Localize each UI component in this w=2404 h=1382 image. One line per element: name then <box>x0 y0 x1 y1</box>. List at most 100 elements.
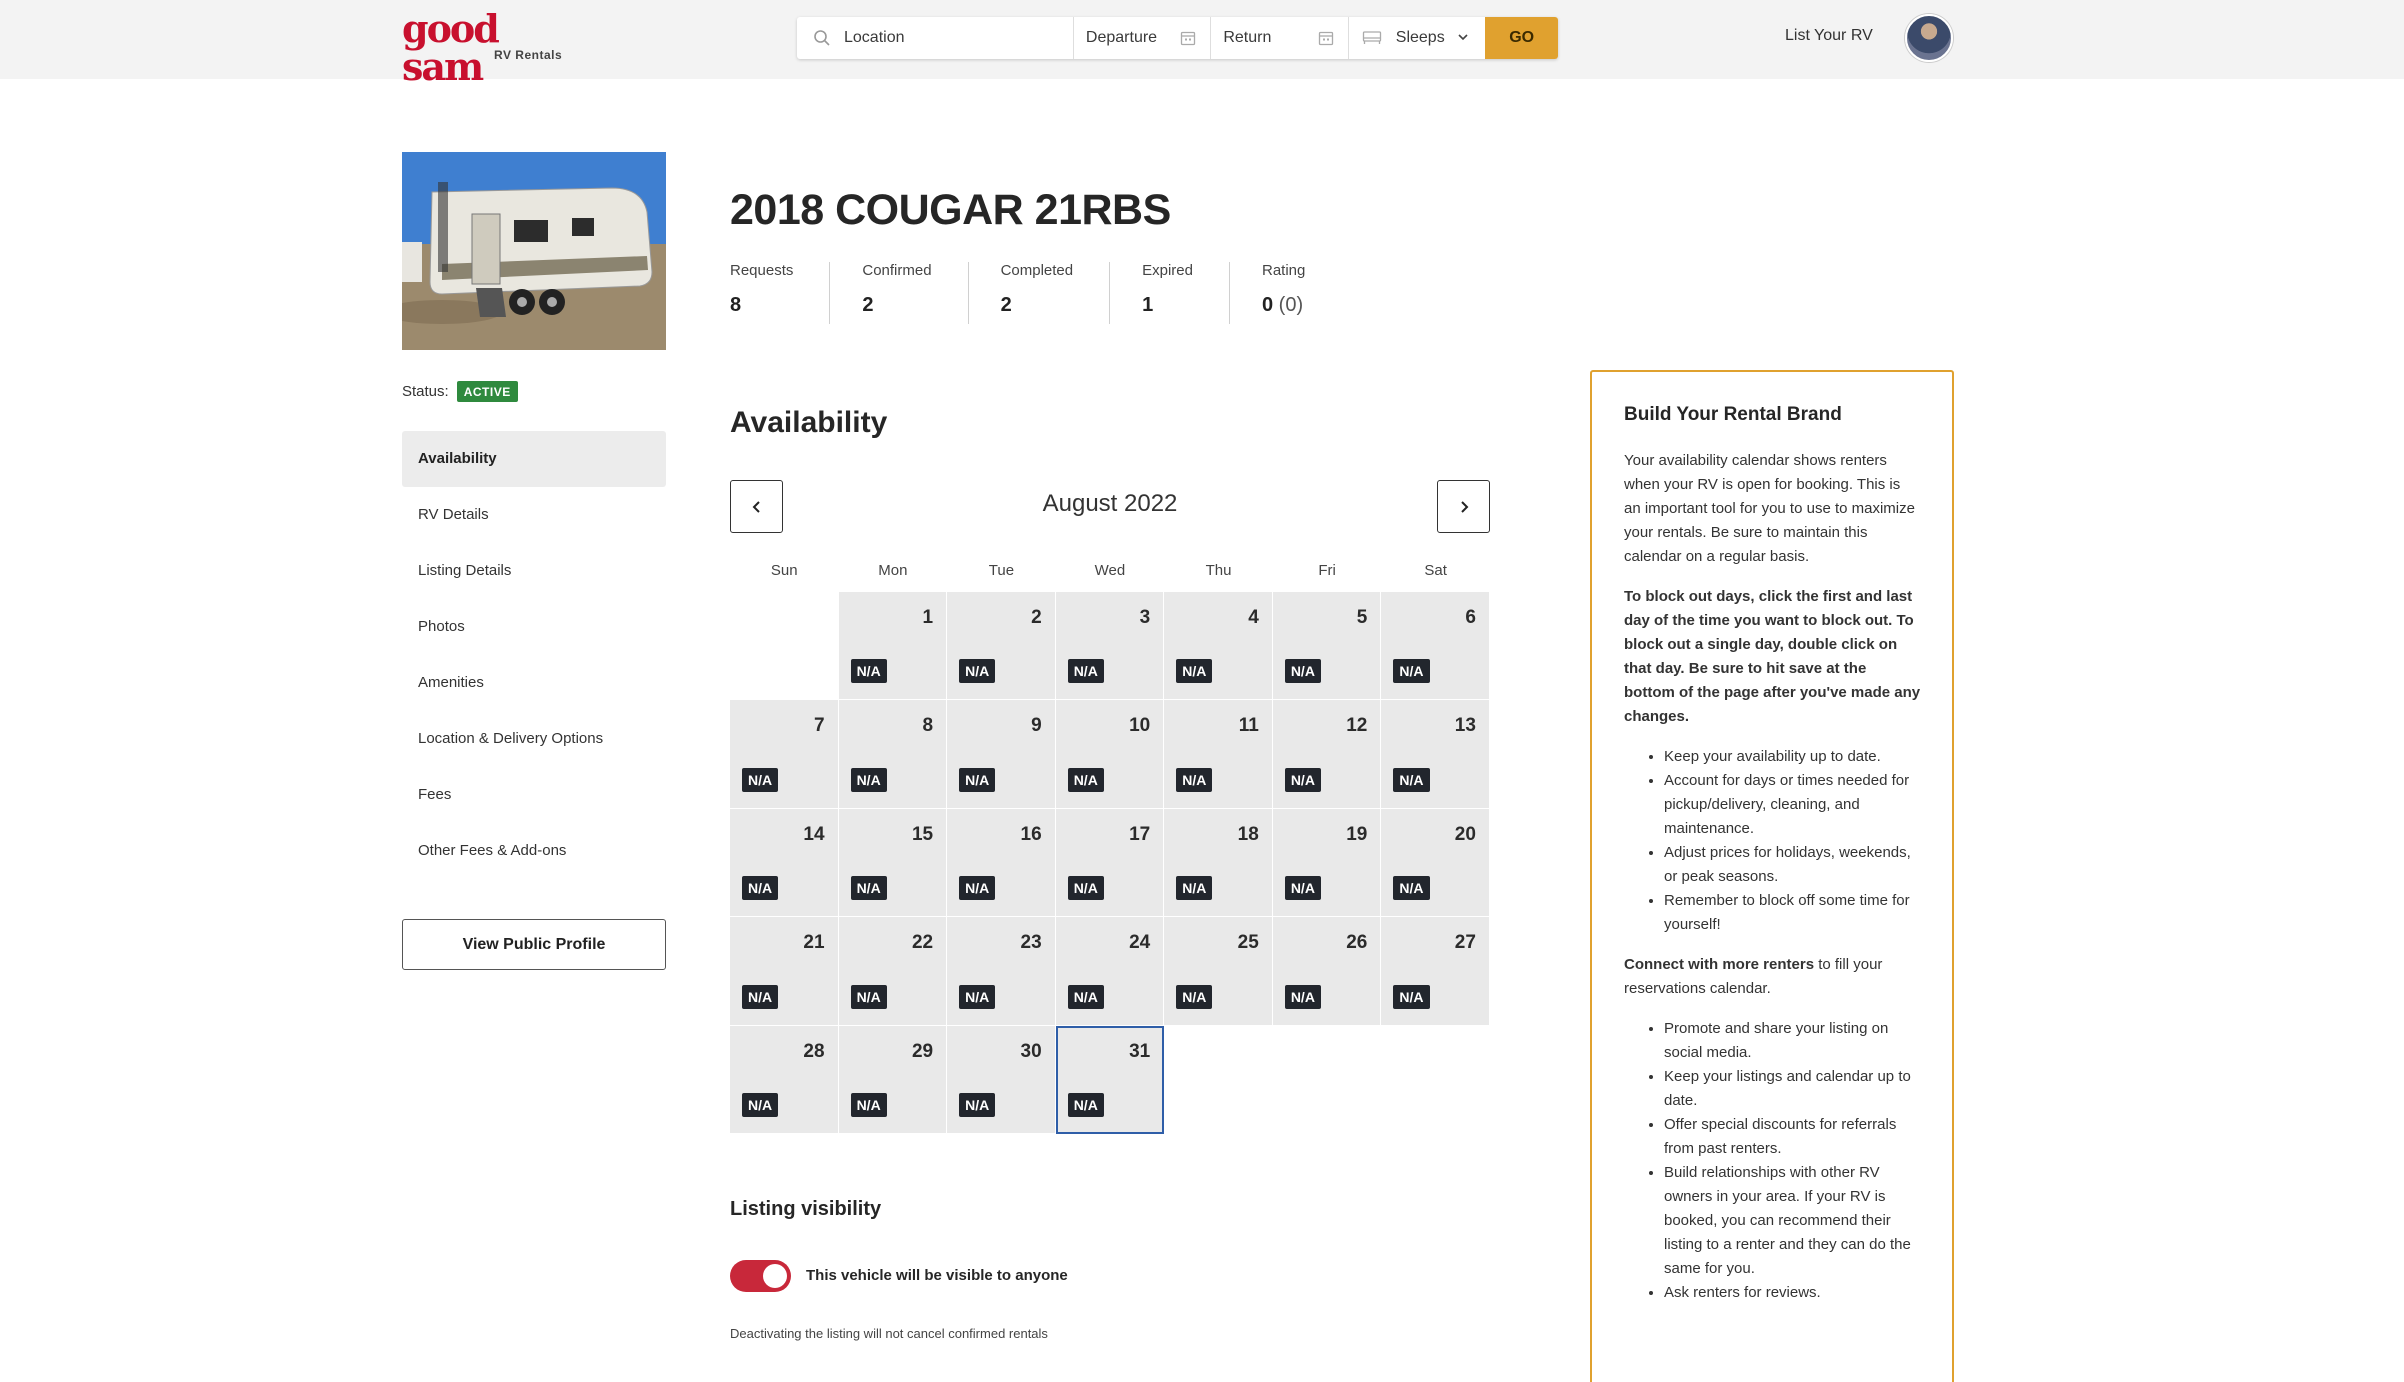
calendar-day-cell[interactable]: 25 N/A <box>1164 917 1273 1026</box>
calendar-day-cell[interactable]: 22 N/A <box>838 917 948 1026</box>
calendar-day-cell[interactable]: 31 N/A <box>1055 1025 1165 1134</box>
sidebar-item-listing-details[interactable]: Listing Details <box>402 543 666 599</box>
day-status-tag: N/A <box>1067 659 1104 684</box>
list-item: Keep your listings and calendar up to da… <box>1664 1065 1921 1113</box>
sidebar-item-amenities[interactable]: Amenities <box>402 655 666 711</box>
weekday-label: Thu <box>1205 562 1232 579</box>
location-input[interactable]: Location <box>797 17 1074 59</box>
calendar-day-cell[interactable]: 3 N/A <box>1055 592 1165 701</box>
day-status-tag: N/A <box>1284 767 1321 792</box>
panel-connect: Connect with more renters to fill your r… <box>1624 953 1921 1001</box>
return-date-field[interactable]: Return <box>1211 17 1349 59</box>
day-status-tag: N/A <box>1067 876 1104 901</box>
location-placeholder: Location <box>844 29 905 46</box>
calendar-day-cell[interactable]: 2 N/A <box>947 592 1056 701</box>
weekday-label: Tue <box>988 562 1015 579</box>
departure-date-field[interactable]: Departure <box>1074 17 1212 59</box>
departure-label: Departure <box>1085 29 1158 46</box>
calendar-empty-cell <box>730 592 839 701</box>
day-status-tag: N/A <box>850 659 887 684</box>
calendar-day-cell[interactable]: 18 N/A <box>1164 808 1273 918</box>
calendar-day-cell[interactable]: 29 N/A <box>838 1025 948 1134</box>
day-status-tag: N/A <box>1284 876 1321 901</box>
weekday-label: Sat <box>1424 562 1447 579</box>
calendar-day-cell[interactable]: 30 N/A <box>947 1025 1056 1134</box>
stat-rating: Rating 0 (0) <box>1228 262 1341 324</box>
good-sam-logo[interactable]: good sam RV Rentals <box>402 10 570 86</box>
day-number: 12 <box>1346 715 1368 737</box>
calendar-day-cell[interactable]: 23 N/A <box>947 917 1056 1026</box>
calendar-day-cell[interactable]: 11 N/A <box>1164 700 1273 809</box>
calendar-day-cell[interactable]: 13 N/A <box>1381 700 1490 809</box>
calendar-day-cell[interactable]: 16 N/A <box>947 808 1056 918</box>
calendar-day-cell[interactable]: 9 N/A <box>947 700 1056 809</box>
stat-value: 1 <box>1142 294 1154 316</box>
day-status-tag: N/A <box>959 984 996 1009</box>
sidebar-item-availability[interactable]: Availability <box>402 431 666 487</box>
day-status-tag: N/A <box>742 1092 779 1117</box>
day-number: 13 <box>1454 715 1476 737</box>
sidebar-item-location-delivery[interactable]: Location & Delivery Options <box>402 711 666 767</box>
calendar-day-cell[interactable]: 4 N/A <box>1164 592 1273 701</box>
list-item: Remember to block off some time for your… <box>1664 889 1921 937</box>
user-avatar[interactable] <box>1905 14 1953 62</box>
rating-count: (0) <box>1278 294 1304 316</box>
calendar-day-cell[interactable]: 17 N/A <box>1055 808 1165 918</box>
sidebar-item-rv-details[interactable]: RV Details <box>402 487 666 543</box>
calendar-icon <box>1318 31 1333 46</box>
calendar-day-cell[interactable]: 12 N/A <box>1272 700 1382 809</box>
day-number: 1 <box>922 607 934 628</box>
calendar-day-cell[interactable]: 10 N/A <box>1055 700 1165 809</box>
day-status-tag: N/A <box>959 659 996 684</box>
go-button[interactable]: GO <box>1485 17 1558 59</box>
list-item: Ask renters for reviews. <box>1664 1281 1921 1305</box>
calendar-day-cell[interactable]: 19 N/A <box>1272 808 1382 918</box>
logo-subtitle: RV Rentals <box>494 48 563 62</box>
sleeps-select[interactable]: Sleeps <box>1349 17 1486 59</box>
day-number: 28 <box>803 1040 825 1062</box>
calendar-day-cell[interactable]: 28 N/A <box>730 1025 839 1134</box>
stat-value: 0 (0) <box>1262 294 1305 317</box>
next-month-button[interactable] <box>1437 480 1490 533</box>
sidebar-item-photos[interactable]: Photos <box>402 599 666 655</box>
previous-month-button[interactable] <box>730 480 783 533</box>
calendar-day-cell[interactable]: 15 N/A <box>838 808 948 918</box>
day-status-tag: N/A <box>959 1092 996 1117</box>
availability-heading: Availability <box>730 406 888 439</box>
sidebar-item-fees[interactable]: Fees <box>402 767 666 823</box>
list-your-rv-link[interactable]: List Your RV <box>1785 27 1873 45</box>
stat-label: Completed <box>1000 262 1074 279</box>
toggle-knob <box>763 1264 787 1288</box>
weekday-label: Fri <box>1318 562 1336 579</box>
calendar-day-cell[interactable]: 8 N/A <box>838 700 948 809</box>
panel-instructions: To block out days, click the first and l… <box>1624 587 1921 725</box>
calendar-day-cell[interactable]: 26 N/A <box>1272 917 1382 1026</box>
day-number: 21 <box>803 932 825 954</box>
calendar-day-cell[interactable]: 5 N/A <box>1272 592 1382 701</box>
view-public-profile-button[interactable]: View Public Profile <box>402 919 666 970</box>
calendar-day-cell[interactable]: 27 N/A <box>1381 917 1490 1026</box>
day-status-tag: N/A <box>1067 1092 1104 1117</box>
list-item: Account for days or times needed for pic… <box>1664 769 1921 841</box>
sidebar-item-other-fees[interactable]: Other Fees & Add-ons <box>402 823 666 879</box>
day-status-tag: N/A <box>1176 984 1213 1009</box>
rv-trailer-image <box>402 152 666 350</box>
calendar-day-cell[interactable]: 21 N/A <box>730 917 839 1026</box>
panel-title: Build Your Rental Brand <box>1624 404 1842 425</box>
weekday-label: Wed <box>1094 562 1126 579</box>
visibility-toggle[interactable] <box>730 1260 791 1292</box>
day-number: 17 <box>1129 823 1151 845</box>
calendar-day-cell[interactable]: 20 N/A <box>1381 808 1490 918</box>
calendar-day-cell[interactable]: 24 N/A <box>1055 917 1165 1026</box>
weekday-label: Mon <box>878 562 908 579</box>
day-number: 8 <box>922 715 934 737</box>
sidebar-nav: Availability RV Details Listing Details … <box>402 431 666 879</box>
calendar-day-cell[interactable]: 7 N/A <box>730 700 839 809</box>
calendar-day-cell[interactable]: 1 N/A <box>838 592 948 701</box>
day-number: 26 <box>1346 932 1368 954</box>
page-title: 2018 COUGAR 21RBS <box>730 186 1171 234</box>
calendar-day-cell[interactable]: 14 N/A <box>730 808 839 918</box>
calendar-day-cell[interactable]: 6 N/A <box>1381 592 1490 701</box>
day-status-tag: N/A <box>1393 876 1430 901</box>
day-status-tag: N/A <box>850 1092 887 1117</box>
